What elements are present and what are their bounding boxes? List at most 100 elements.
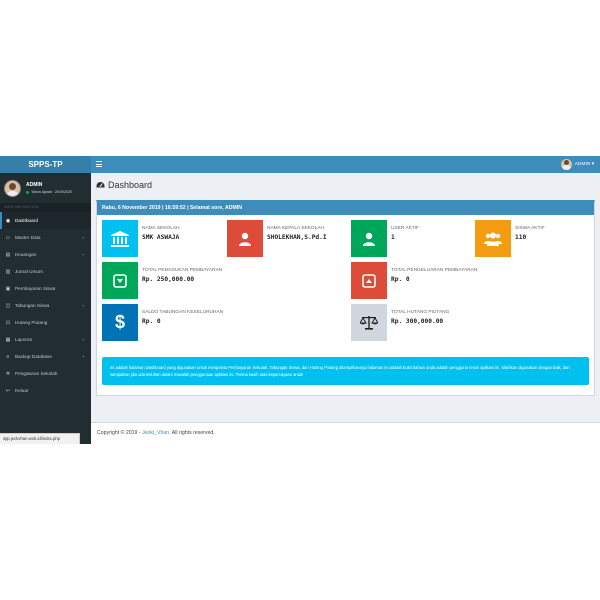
sidebar-item-keuangan[interactable]: ▤ Keuangan ‹ (0, 246, 91, 263)
card-saldo-tabungan: $ SALDO TABUNGAN KESELURUHAN Rp. 0 (102, 304, 342, 341)
dashboard-icon (96, 182, 105, 188)
footer-prefix: Copyright © 2019 - (97, 430, 143, 436)
sidebar-item-master-data[interactable]: ▭ Master Data ‹ (0, 229, 91, 246)
card-hutang-piutang: TOTAL HUTANG PIUTANG Rp. 300,000.00 (351, 304, 591, 341)
arrow-up-square-icon (362, 273, 376, 288)
gear-icon: ✲ (5, 370, 11, 377)
card-label: SALDO TABUNGAN KESELURUHAN (142, 310, 224, 315)
sidebar-item-label: Hutang Piutang (15, 320, 48, 325)
hamburger-menu-icon[interactable] (96, 161, 102, 167)
status-bar-url: spp.jeckvhan.web.id/index.php (0, 433, 80, 444)
app-window: SPPS-TP ADMIN Tahun Ajaran : 2019/2020 M… (0, 156, 600, 444)
card-label: TOTAL PENGELUARAN PEMBAYARAN (391, 268, 478, 273)
card-value: Rp. 0 (391, 276, 410, 283)
card-icon-box (351, 220, 387, 257)
card-value: Rp. 300,000.00 (391, 318, 444, 325)
chevron-left-icon: ‹ (82, 337, 85, 342)
money-icon: ▤ (5, 251, 11, 258)
sidebar-item-pembayaran-siswa[interactable]: ▣ Pembayaran Siswa (0, 280, 91, 297)
sidebar-item-jurnal-umum[interactable]: ▥ Jurnal Umum (0, 263, 91, 280)
folder-icon: ▭ (5, 234, 11, 241)
card-label: NAMA SEKOLAH (142, 226, 180, 231)
avatar-small (560, 159, 572, 170)
top-user-label: ADMIN ▾ (574, 162, 594, 167)
payment-icon: ▣ (5, 285, 11, 292)
footer: Copyright © 2019 - Jeoki_Vhan. All right… (91, 422, 600, 444)
card-total-pengeluaran: TOTAL PENGELUARAN PEMBAYARAN Rp. 0 (351, 262, 591, 299)
card-user-aktif: USER AKTIF 1 (351, 220, 471, 257)
bank-icon (111, 230, 129, 247)
sidebar-item-label: Jurnal Umum (15, 269, 43, 274)
online-dot-icon (26, 190, 29, 194)
user-icon (239, 232, 251, 246)
sidebar-item-backup-database[interactable]: ≡ Backup Database ‹ (0, 348, 91, 365)
sidebar-item-label: Backup Database (15, 354, 53, 359)
sidebar-item-tabungan-siswa[interactable]: ◫ Tabungan Siswa ‹ (0, 297, 91, 314)
card-value: 110 (515, 234, 527, 241)
card-label: TOTAL HUTANG PIUTANG (391, 310, 450, 315)
dashboard-icon: ◉ (5, 217, 11, 224)
chevron-left-icon: ‹ (82, 354, 85, 359)
handshake-icon: ⊡ (5, 319, 11, 326)
sidebar-item-keluar[interactable]: ↩ Keluar (0, 382, 91, 399)
card-icon-box: $ (102, 304, 138, 341)
card-icon-box (227, 220, 263, 257)
card-label: USER AKTIF (391, 226, 419, 231)
card-kepala-sekolah: NAMA KEPALA SEKOLAH SHOLEKHAN,S.Pd.I (227, 220, 347, 257)
card-value: Rp. 250,000.00 (142, 276, 195, 283)
user-panel: ADMIN Tahun Ajaran : 2019/2020 (0, 173, 91, 203)
card-label: SISWA AKTIF (515, 226, 545, 231)
sidebar-item-hutang-piutang[interactable]: ⊡ Hutang Piutang (0, 314, 91, 331)
sidebar-item-pengaturan-sekolah[interactable]: ✲ Pengaturan Sekolah (0, 365, 91, 382)
card-label: TOTAL PEMASUKAN PEMBAYARAN (142, 268, 223, 273)
users-group-icon (484, 232, 502, 246)
sidebar-menu: ◉ Dashboard ▭ Master Data ‹ ▤ Keuangan ‹ ▥ Jurnal… (0, 212, 91, 399)
footer-suffix: All rights reserved. (170, 430, 215, 436)
sidebar-item-label: Keluar (15, 388, 29, 393)
card-icon-box (351, 262, 387, 299)
footer-author-link[interactable]: Jeoki_Vhan. (142, 430, 171, 436)
sidebar: SPPS-TP ADMIN Tahun Ajaran : 2019/2020 M… (0, 156, 91, 444)
card-value: SMK ASWAJA (142, 234, 180, 241)
page-title-text: Dashboard (108, 180, 153, 190)
user-academic-year: Tahun Ajaran : 2019/2020 (26, 190, 72, 194)
card-label: NAMA KEPALA SEKOLAH (267, 226, 324, 231)
sidebar-item-label: Tabungan Siswa (15, 303, 50, 308)
chevron-left-icon: ‹ (82, 235, 85, 240)
user-name: ADMIN (26, 182, 43, 188)
logout-icon: ↩ (5, 387, 11, 394)
nav-header: MAIN NAVIGATION (0, 203, 91, 212)
database-icon: ≡ (6, 353, 10, 360)
user-icon (363, 232, 375, 246)
box-header-datetime: Rabu, 6 November 2019 | 16:59:52 | Selam… (97, 202, 594, 215)
sidebar-item-label: Keuangan (15, 252, 37, 257)
arrow-down-square-icon (113, 273, 127, 288)
dashboard-box: Rabu, 6 November 2019 | 16:59:52 | Selam… (96, 200, 595, 396)
card-value: 1 (391, 234, 395, 241)
sidebar-item-label: Dashboard (15, 218, 38, 223)
card-value: Rp. 0 (142, 318, 161, 325)
top-user-menu[interactable]: ADMIN ▾ (560, 159, 594, 170)
sidebar-item-dashboard[interactable]: ◉ Dashboard (0, 212, 91, 229)
app-logo[interactable]: SPPS-TP (0, 156, 91, 173)
page-title: Dashboard (96, 180, 152, 190)
card-icon-box (351, 304, 387, 341)
balance-scale-icon (360, 316, 378, 330)
card-siswa-aktif: SISWA AKTIF 110 (475, 220, 591, 257)
card-value: SHOLEKHAN,S.Pd.I (267, 234, 327, 241)
sidebar-item-label: Laporan (15, 337, 33, 342)
top-navbar: ADMIN ▾ (91, 156, 600, 173)
chevron-left-icon: ‹ (82, 303, 85, 308)
sidebar-item-laporan[interactable]: ▦ Laporan ‹ (0, 331, 91, 348)
book-icon: ▥ (5, 268, 11, 275)
savings-icon: ◫ (5, 302, 11, 309)
user-info: ADMIN Tahun Ajaran : 2019/2020 (26, 182, 72, 194)
sidebar-item-label: Master Data (15, 235, 41, 240)
report-icon: ▦ (5, 336, 11, 343)
chevron-left-icon: ‹ (82, 252, 85, 257)
sidebar-item-label: Pembayaran Siswa (15, 286, 56, 291)
sidebar-item-label: Pengaturan Sekolah (15, 371, 58, 376)
card-nama-sekolah: NAMA SEKOLAH SMK ASWAJA (102, 220, 222, 257)
main-content: Dashboard Rabu, 6 November 2019 | 16:59:… (91, 173, 600, 444)
card-icon-box (102, 220, 138, 257)
